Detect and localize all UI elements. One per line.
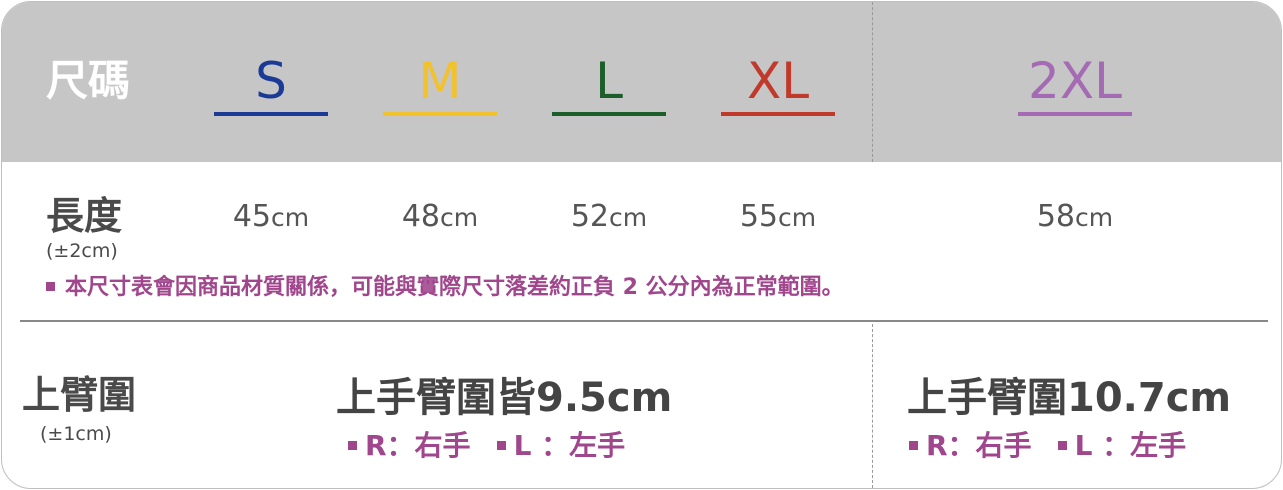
length-value-s: 45cm	[201, 202, 341, 232]
header-divider	[872, 2, 873, 162]
size-m-underline	[383, 112, 497, 116]
length-label: 長度	[46, 194, 123, 238]
size-l-label: L	[595, 52, 623, 110]
bullet-square-icon	[348, 440, 357, 450]
size-2xl-underline	[1018, 112, 1132, 116]
size-header-label: 尺碼	[46, 56, 131, 105]
size-m: M	[383, 52, 497, 116]
length-value-xl: 55cm	[708, 202, 848, 232]
length-value-l-num: 52	[570, 199, 610, 234]
bullet-square-icon	[46, 281, 55, 291]
length-value-l-unit: cm	[609, 203, 648, 232]
length-value-xl-num: 55	[739, 199, 779, 234]
right-hand-label: R：右手	[365, 429, 471, 462]
hand-legend-standard: R：右手 L ：左手	[348, 432, 625, 460]
length-value-m-unit: cm	[440, 203, 479, 232]
size-xl: XL	[721, 52, 835, 116]
size-l-underline	[552, 112, 666, 116]
size-tolerance-note-text: 本尺寸表會因商品材質關係，可能與實際尺寸落差約正負 2 公分內為正常範圍。	[65, 275, 844, 300]
bullet-square-icon	[909, 440, 918, 450]
size-2xl: 2XL	[1018, 52, 1132, 116]
left-hand-label: L ：左手	[513, 429, 626, 462]
length-value-2xl-num: 58	[1036, 199, 1076, 234]
size-xl-underline	[721, 112, 835, 116]
length-value-2xl-unit: cm	[1075, 203, 1114, 232]
size-m-label: M	[418, 52, 462, 110]
size-chart-card: 尺碼 S M L XL 2XL 長度 (±2cm) 45cm 48cm 52cm…	[1, 1, 1282, 489]
size-l: L	[552, 52, 666, 116]
arm-tolerance: (±1cm)	[40, 423, 112, 445]
length-value-m: 48cm	[370, 202, 510, 232]
length-value-l: 52cm	[539, 202, 679, 232]
length-value-xl-unit: cm	[778, 203, 817, 232]
left-hand-label: L ：左手	[1074, 429, 1187, 462]
bullet-square-icon	[1057, 440, 1067, 450]
length-value-s-num: 45	[232, 199, 272, 234]
size-tolerance-note: 本尺寸表會因商品材質關係，可能與實際尺寸落差約正負 2 公分內為正常範圍。	[46, 277, 844, 299]
length-value-m-num: 48	[401, 199, 441, 234]
size-header-row: 尺碼 S M L XL 2XL	[2, 2, 1281, 162]
size-s-underline	[214, 112, 328, 116]
bullet-square-icon	[496, 440, 506, 450]
length-value-s-unit: cm	[271, 203, 310, 232]
length-tolerance: (±2cm)	[46, 240, 118, 262]
length-value-2xl: 58cm	[1005, 202, 1145, 232]
right-hand-label: R：右手	[926, 429, 1032, 462]
size-2xl-label: 2XL	[1028, 52, 1122, 110]
size-s: S	[214, 52, 328, 116]
arm-divider	[872, 324, 873, 488]
arm-label: 上臂圍	[22, 373, 137, 417]
section-divider	[20, 320, 1268, 322]
hand-legend-large: R：右手 L ：左手	[909, 432, 1186, 460]
size-xl-label: XL	[746, 52, 810, 110]
size-s-label: S	[255, 52, 287, 110]
arm-standard-text: 上手臂圍皆9.5cm	[336, 375, 673, 421]
arm-large-text: 上手臂圍10.7cm	[907, 375, 1232, 421]
